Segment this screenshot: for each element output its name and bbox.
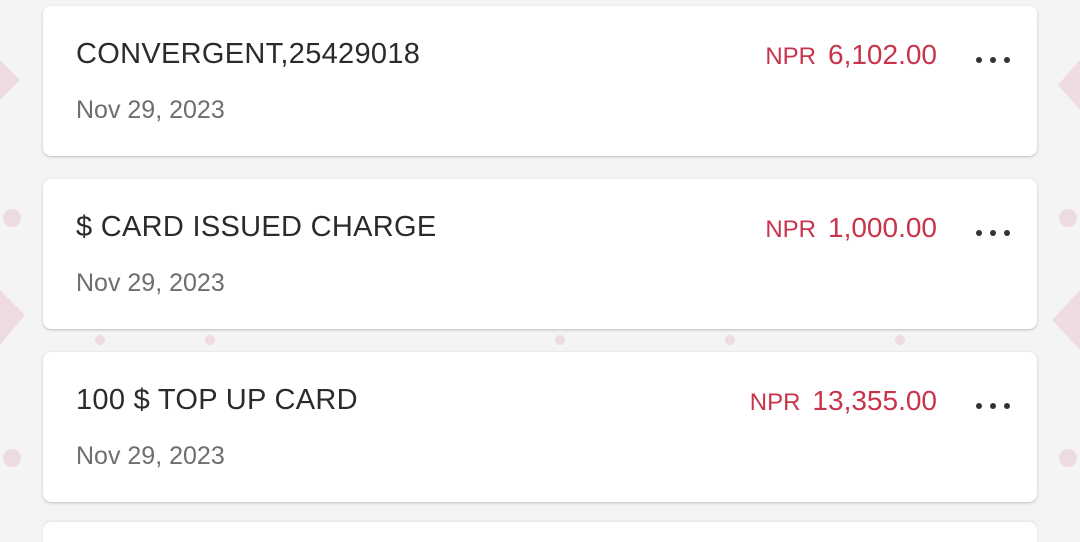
more-horizontal-icon[interactable] <box>976 50 1010 70</box>
transaction-title: CONVERGENT,25429018 <box>76 38 421 70</box>
transaction-amount-value: 1,000.00 <box>828 212 937 243</box>
transaction-currency: NPR <box>765 43 816 70</box>
transaction-amount-value: 13,355.00 <box>812 385 937 416</box>
transaction-amount: NPR 6,102.00 <box>765 39 937 71</box>
transaction-list: CONVERGENT,25429018 Nov 29, 2023 NPR 6,1… <box>43 6 1037 525</box>
transaction-title: 100 $ TOP UP CARD <box>76 384 358 416</box>
transaction-card[interactable]: CONVERGENT,25429018 Nov 29, 2023 NPR 6,1… <box>43 6 1037 156</box>
transaction-amount: NPR 1,000.00 <box>765 212 937 244</box>
transaction-date: Nov 29, 2023 <box>76 442 225 470</box>
transaction-card[interactable]: $ CARD ISSUED CHARGE Nov 29, 2023 NPR 1,… <box>43 179 1037 329</box>
transaction-amount-value: 6,102.00 <box>828 39 937 70</box>
transaction-date: Nov 29, 2023 <box>76 269 225 297</box>
transaction-title: $ CARD ISSUED CHARGE <box>76 211 437 243</box>
more-horizontal-icon[interactable] <box>976 396 1010 416</box>
more-horizontal-icon[interactable] <box>976 223 1010 243</box>
transaction-currency: NPR <box>765 216 816 243</box>
transaction-amount: NPR 13,355.00 <box>750 385 937 417</box>
next-transaction-card-edge[interactable] <box>43 522 1037 542</box>
transaction-currency: NPR <box>749 389 801 416</box>
transaction-card[interactable]: 100 $ TOP UP CARD Nov 29, 2023 NPR 13,35… <box>43 352 1037 502</box>
transaction-date: Nov 29, 2023 <box>76 96 225 124</box>
